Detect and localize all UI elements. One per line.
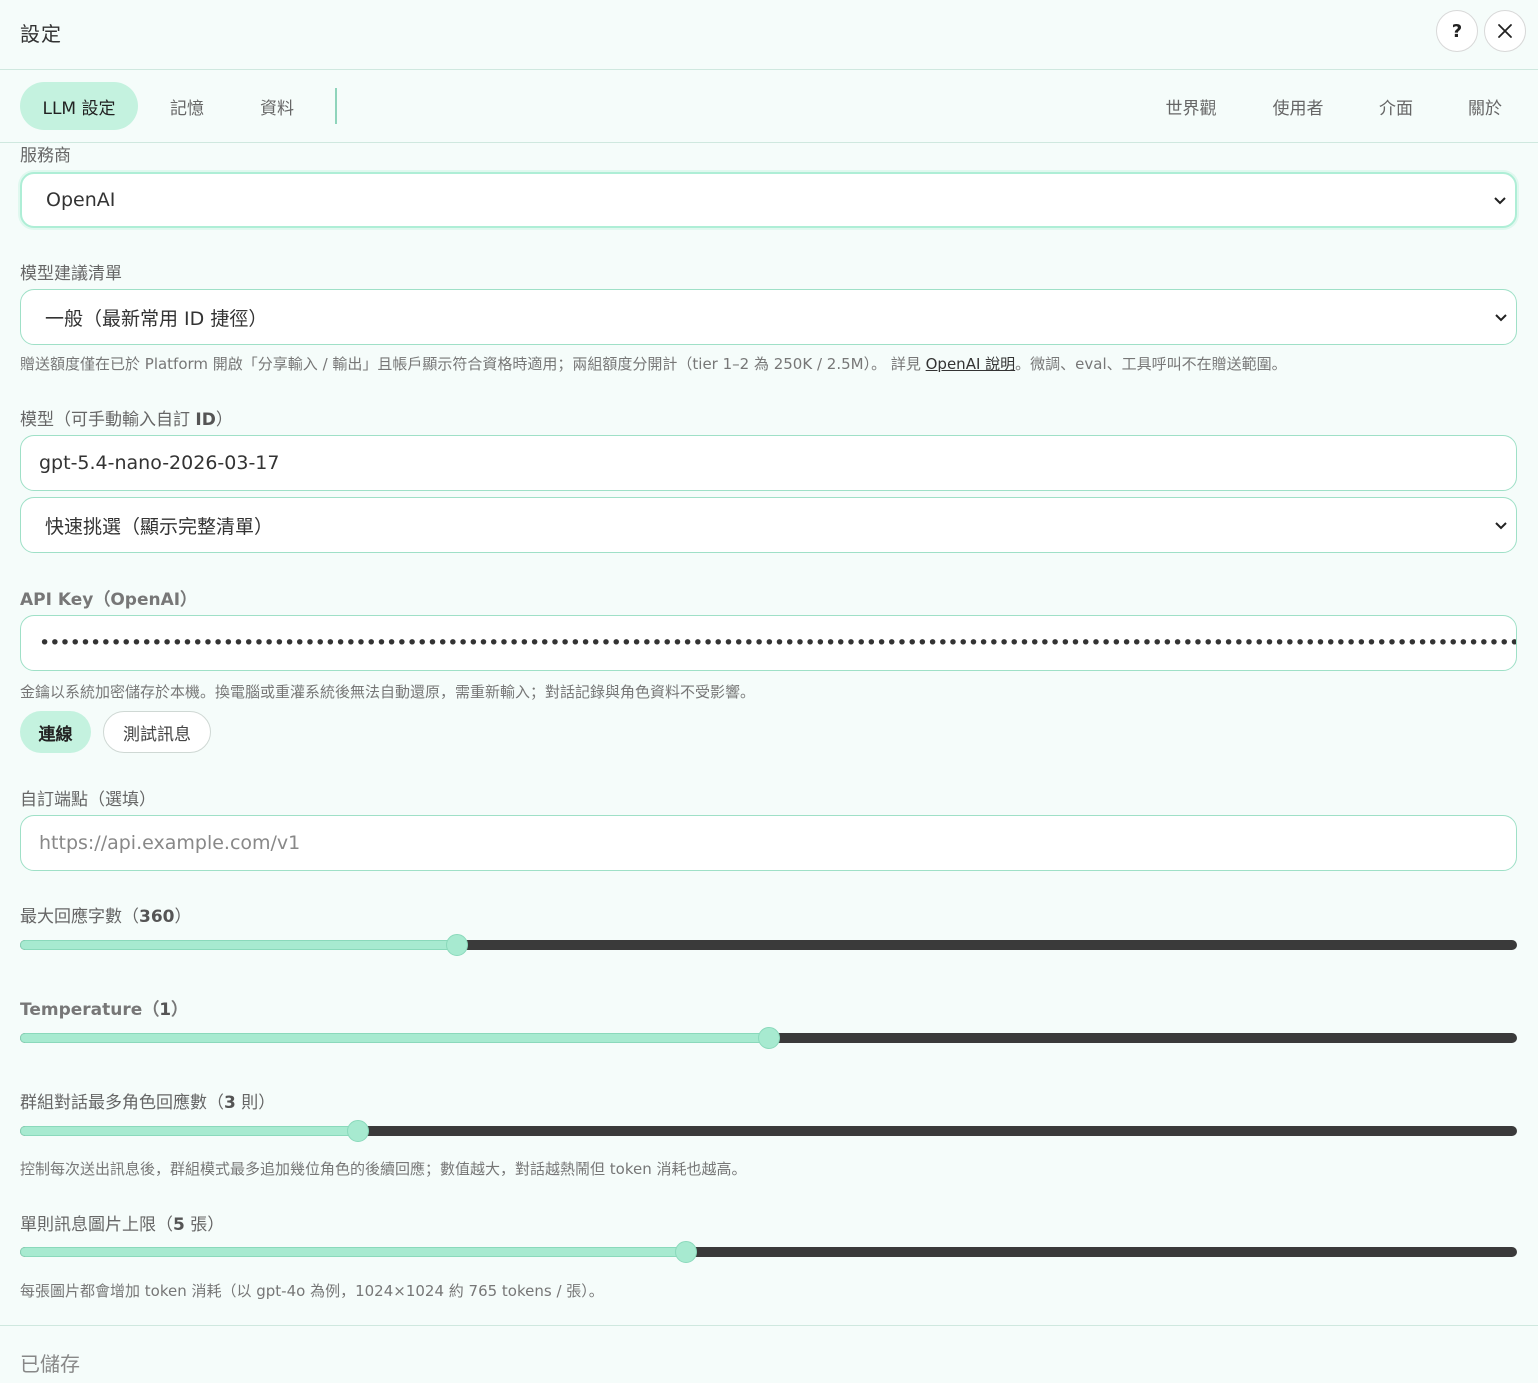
endpoint-label: 自訂端點（選填） (20, 790, 156, 810)
image-limit-label: 單則訊息圖片上限（5 張） (20, 1210, 224, 1235)
chevron-down-icon (1495, 522, 1507, 530)
close-icon (1498, 24, 1512, 38)
api-key-label: API Key（OpenAI） (20, 590, 198, 610)
model-quick-pick-select[interactable]: 快速挑選（顯示完整清單） (20, 497, 1517, 553)
image-limit-help: 每張圖片都會增加 token 消耗（以 gpt-4o 為例，1024×1024 … (20, 1282, 604, 1300)
model-label-suffix: ） (215, 410, 233, 430)
tab-divider (335, 88, 337, 124)
slider-thumb[interactable] (347, 1120, 370, 1142)
connect-button[interactable]: 連線 (20, 711, 91, 753)
max-chars-label-prefix: 最大回應字數（ (20, 907, 139, 927)
model-label: 模型（可手動輸入自訂 ID） (20, 405, 233, 430)
dialog-footer: 已儲存 (0, 1325, 1538, 1383)
slider-fill (20, 1033, 769, 1043)
close-button[interactable] (1484, 10, 1526, 52)
model-list-help: 贈送額度僅在已於 Platform 開啟「分享輸入 / 輸出」且帳戶顯示符合資格… (20, 353, 1287, 374)
save-status: 已儲存 (20, 1352, 80, 1376)
endpoint-input[interactable]: https://api.example.com/v1 (20, 815, 1517, 871)
model-input-value: gpt-5.4-nano-2026-03-17 (39, 452, 280, 474)
model-list-help-text: 贈送額度僅在已於 Platform 開啟「分享輸入 / 輸出」且帳戶顯示符合資格… (20, 355, 926, 373)
group-replies-label-suffix: 則） (235, 1093, 276, 1113)
model-list-help-tail: 。微調、eval、工具呼叫不在贈送範圍。 (1015, 355, 1287, 373)
image-limit-label-suffix: 張） (184, 1215, 225, 1235)
temperature-slider[interactable] (20, 1027, 1517, 1049)
group-replies-value: 3 (224, 1093, 236, 1113)
slider-thumb[interactable] (446, 934, 469, 956)
group-replies-slider[interactable] (20, 1120, 1517, 1142)
tab-about[interactable]: 關於 (1454, 82, 1516, 130)
model-list-label: 模型建議清單 (20, 264, 122, 284)
provider-select[interactable]: OpenAI (20, 172, 1517, 228)
image-limit-value: 5 (173, 1215, 185, 1235)
temperature-label-prefix: Temperature（ (20, 1000, 160, 1020)
test-message-button[interactable]: 測試訊息 (103, 711, 211, 753)
model-quick-pick-value: 快速挑選（顯示完整清單） (45, 515, 274, 538)
help-button[interactable]: ? (1436, 10, 1478, 52)
api-key-value: ••••••••••••••••••••••••••••••••••••••••… (39, 632, 1516, 654)
max-chars-slider[interactable] (20, 934, 1517, 956)
openai-help-link[interactable]: OpenAI 說明 (926, 355, 1016, 373)
tab-bar: LLM 設定 記憶 資料 世界觀 使用者 介面 關於 (0, 70, 1538, 143)
max-chars-value: 360 (139, 907, 175, 927)
model-label-prefix: 模型（可手動輸入自訂 (20, 410, 196, 430)
model-label-id: ID (195, 410, 216, 430)
model-input[interactable]: gpt-5.4-nano-2026-03-17 (20, 435, 1517, 491)
dialog-title: 設定 (20, 22, 62, 46)
group-replies-label: 群組對話最多角色回應數（3 則） (20, 1088, 275, 1113)
group-replies-help: 控制每次送出訊息後，群組模式最多追加幾位角色的後續回應；數值越大，對話越熱鬧但 … (20, 1160, 747, 1178)
slider-fill (20, 1126, 359, 1136)
tab-worldview[interactable]: 世界觀 (1152, 82, 1230, 130)
temperature-label-suffix: ） (171, 1000, 189, 1020)
provider-value: OpenAI (46, 189, 116, 211)
help-icon: ? (1451, 20, 1463, 42)
endpoint-placeholder: https://api.example.com/v1 (39, 832, 301, 854)
max-chars-label-suffix: ） (174, 907, 192, 927)
slider-thumb[interactable] (675, 1241, 698, 1263)
slider-fill (20, 940, 458, 950)
image-limit-slider[interactable] (20, 1241, 1517, 1263)
model-list-value: 一般（最新常用 ID 捷徑） (45, 307, 268, 330)
group-replies-label-prefix: 群組對話最多角色回應數（ (20, 1093, 224, 1113)
dialog-header: 設定 ? (0, 0, 1538, 70)
tab-llm-settings[interactable]: LLM 設定 (20, 82, 138, 130)
slider-thumb[interactable] (757, 1027, 780, 1049)
model-list-select[interactable]: 一般（最新常用 ID 捷徑） (20, 289, 1517, 345)
api-key-help: 金鑰以系統加密儲存於本機。換電腦或重灌系統後無法自動還原，需重新輸入；對話記錄與… (20, 683, 756, 701)
chevron-down-icon (1494, 197, 1506, 205)
tab-interface[interactable]: 介面 (1365, 82, 1427, 130)
chevron-down-icon (1495, 314, 1507, 322)
image-limit-label-prefix: 單則訊息圖片上限（ (20, 1215, 173, 1235)
provider-label: 服務商 (20, 146, 71, 166)
tab-user[interactable]: 使用者 (1259, 82, 1337, 130)
max-chars-label: 最大回應字數（360） (20, 902, 192, 927)
temperature-value: 1 (159, 1000, 172, 1020)
tab-data[interactable]: 資料 (240, 82, 314, 130)
tab-memory[interactable]: 記憶 (150, 82, 224, 130)
api-key-input[interactable]: ••••••••••••••••••••••••••••••••••••••••… (20, 615, 1517, 671)
temperature-label: Temperature（1） (20, 995, 188, 1020)
slider-fill (20, 1247, 687, 1257)
